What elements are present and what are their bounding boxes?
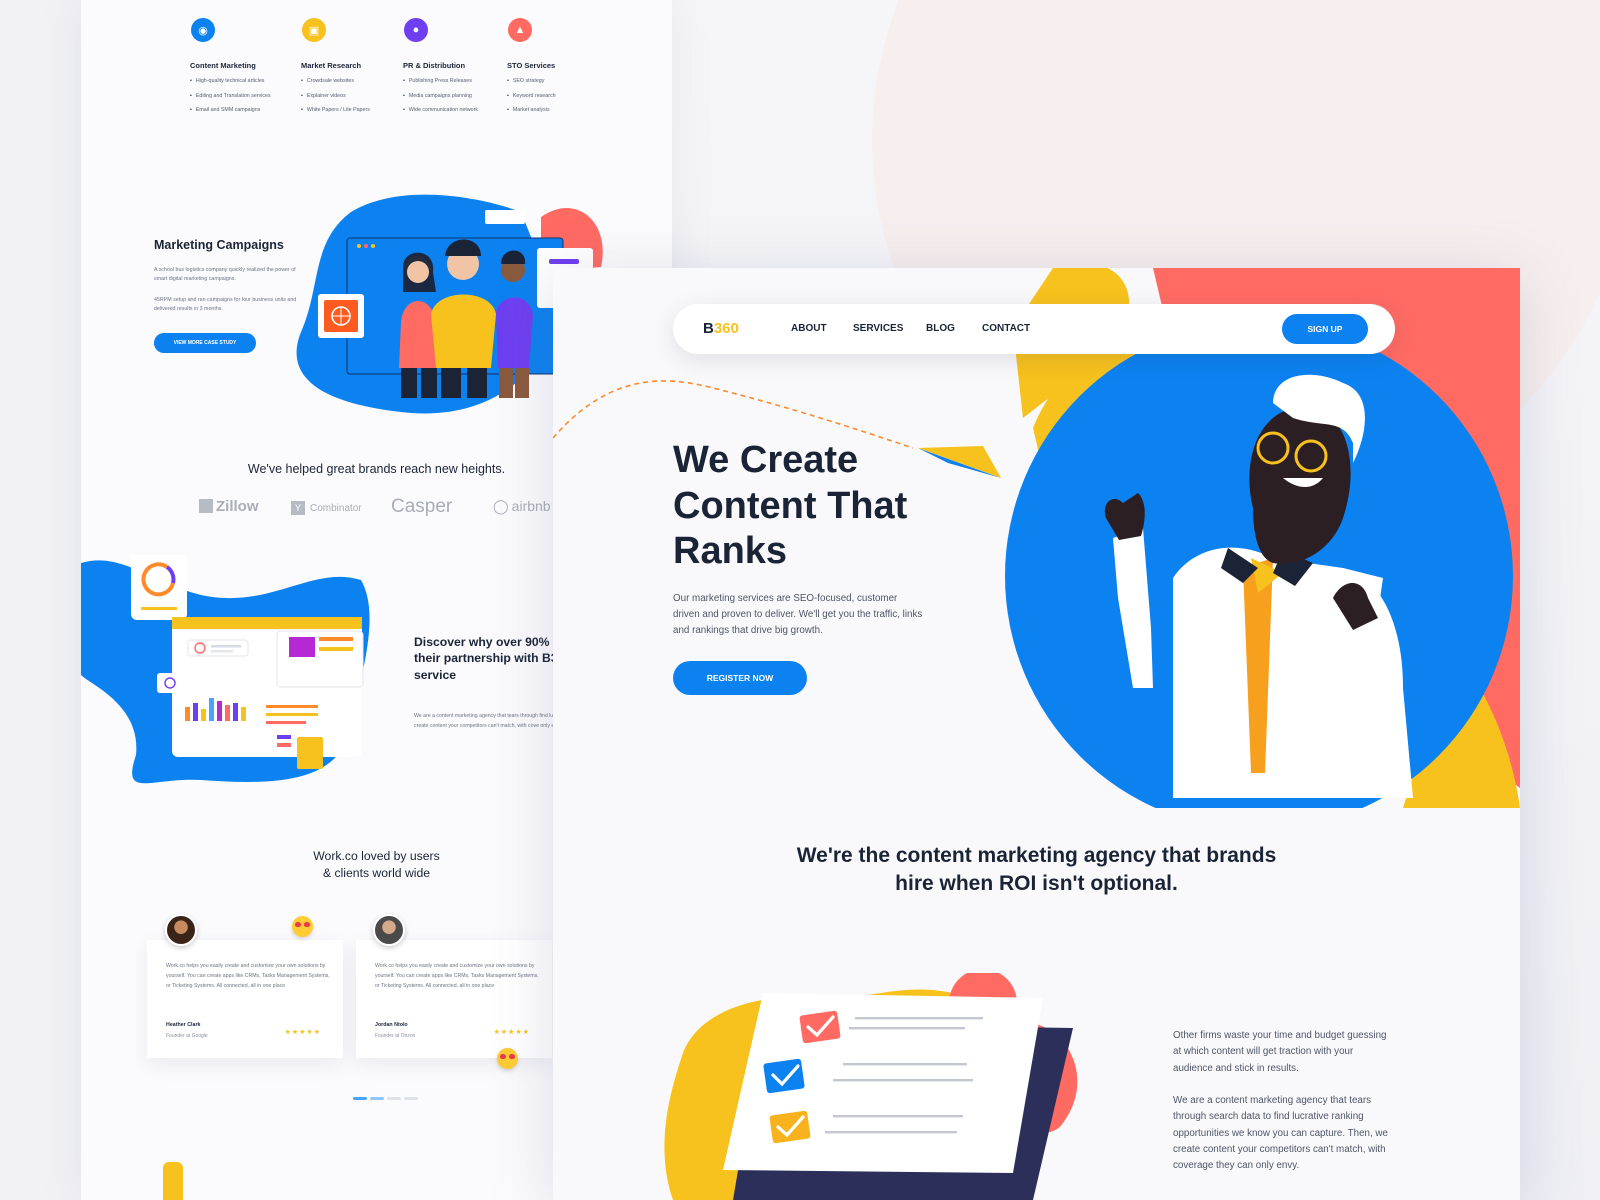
hero-title-line: Ranks: [673, 530, 788, 572]
logo-accent: 360: [713, 320, 739, 337]
bookmark-icon: ▲: [508, 18, 532, 42]
service-title: PR & Distribution: [403, 61, 466, 70]
heart-eyes-emoji-icon: [497, 1048, 518, 1069]
hero-subtitle: Our marketing services are SEO-focused, …: [673, 593, 923, 636]
campaigns-paragraph: A school bus logistics company quickly r…: [154, 267, 296, 282]
brand-name: airbnb: [511, 498, 551, 514]
service-sto-services: ▲ STO Services SEO strategy Keyword resea…: [507, 18, 617, 122]
service-title: Content Marketing: [190, 61, 256, 70]
nav-link-services[interactable]: SERVICES: [853, 323, 903, 334]
nav-link-contact[interactable]: CONTACT: [982, 323, 1030, 334]
dashboard-illustration: [81, 555, 370, 784]
service-item: Crowdsale websites: [301, 78, 411, 84]
navbar: B360 ABOUT SERVICES BLOG CONTACT SIGN UP: [673, 304, 1395, 354]
service-title: Market Research: [301, 61, 362, 70]
front-page: B360 ABOUT SERVICES BLOG CONTACT SIGN UP…: [553, 268, 1520, 1200]
hero-title-line: Content That: [673, 484, 908, 527]
star-rating: ★★★★★: [493, 1029, 530, 1036]
carousel-dot-active[interactable]: [353, 1097, 367, 1100]
star-rating: ★★★★★: [284, 1029, 321, 1036]
agency-heading-line: hire when ROI isn't optional.: [895, 871, 1178, 895]
testimonial-role: Founder at Google: [166, 1033, 208, 1039]
brand-name: Zillow: [216, 498, 259, 515]
carousel-dot[interactable]: [404, 1097, 418, 1100]
logo-main: B: [703, 320, 714, 337]
hero-title-line: We Create: [673, 439, 859, 481]
service-item: SEO strategy: [507, 78, 617, 84]
testimonial-role: Founder at Orizon: [375, 1033, 416, 1039]
brand-logo-casper: Casper: [391, 496, 453, 517]
brand-logo[interactable]: B360: [703, 320, 739, 337]
hero-title: We Create Content That Ranks: [673, 438, 907, 575]
heart-eyes-emoji-icon: [292, 916, 313, 937]
brand-logo-combinator: Y Combinator: [291, 501, 362, 515]
service-item: Media campaigns planning: [403, 93, 513, 99]
service-item: High-quality technical articles: [190, 78, 300, 84]
checklist-illustration: [664, 973, 1078, 1200]
avatar: [373, 914, 405, 946]
testimonial-card: Work.co helps you easily create and cust…: [147, 940, 343, 1058]
agency-heading: We're the content marketing agency that …: [553, 842, 1520, 897]
agency-heading-line: We're the content marketing agency that …: [796, 844, 1277, 867]
carousel-dots: [353, 1097, 418, 1100]
testimonial-name: Jordan Ntolo: [375, 1022, 408, 1028]
service-item: Market analysis: [507, 107, 617, 113]
service-item: Publishing Press Releases: [403, 78, 513, 84]
view-case-study-button[interactable]: VIEW MORE CASE STUDY: [154, 333, 256, 353]
sign-up-button[interactable]: SIGN UP: [1282, 314, 1368, 344]
monitor-icon: ▣: [302, 18, 326, 42]
campaigns-title: Marketing Campaigns: [154, 238, 284, 252]
service-item: White Papers / Lite Papers: [301, 107, 411, 113]
zillow-icon: [199, 499, 213, 513]
campaigns-paragraph: 45RPM setup and ran campaigns for four b…: [154, 297, 297, 312]
yellow-shape: [163, 1162, 183, 1200]
megaphone-icon: ◉: [191, 18, 215, 42]
testimonial-name: Heather Clark: [166, 1022, 201, 1028]
brand-logo-airbnb: ◯ airbnb: [493, 498, 551, 515]
service-content-marketing: ◉ Content Marketing High-quality technic…: [190, 18, 300, 122]
service-title: STO Services: [507, 61, 556, 70]
testimonial-text: Work.co helps you easily create and cust…: [375, 963, 539, 989]
register-now-button[interactable]: REGISTER NOW: [673, 661, 807, 695]
nav-link-blog[interactable]: BLOG: [926, 323, 955, 334]
avatar: [165, 914, 197, 946]
service-market-research: ▣ Market Research Crowdsale websites Expl…: [301, 18, 411, 122]
carousel-dot[interactable]: [370, 1097, 384, 1100]
service-item: Email and SMM campaigns: [190, 107, 300, 113]
carousel-dot[interactable]: [387, 1097, 401, 1100]
service-item: Wide communication network: [403, 107, 513, 113]
testimonial-card: Work.co helps you easily create and cust…: [356, 940, 552, 1058]
y-combinator-icon: Y: [291, 501, 305, 515]
brand-name: Combinator: [310, 503, 362, 514]
brand-logo-zillow: Zillow: [199, 498, 259, 515]
about-paragraph: Other firms waste your time and budget g…: [1173, 1030, 1387, 1074]
service-item: Explainer videos: [301, 93, 411, 99]
drop-icon: ●: [404, 18, 428, 42]
about-paragraph: We are a content marketing agency that t…: [1173, 1095, 1388, 1172]
airbnb-icon: ◯: [493, 498, 509, 514]
service-item: Editing and Translation services: [190, 93, 300, 99]
service-pr-distribution: ● PR & Distribution Publishing Press Rel…: [403, 18, 513, 122]
service-item: Keyword research: [507, 93, 617, 99]
testimonial-text: Work.co helps you easily create and cust…: [166, 963, 330, 989]
nav-link-about[interactable]: ABOUT: [791, 323, 827, 334]
